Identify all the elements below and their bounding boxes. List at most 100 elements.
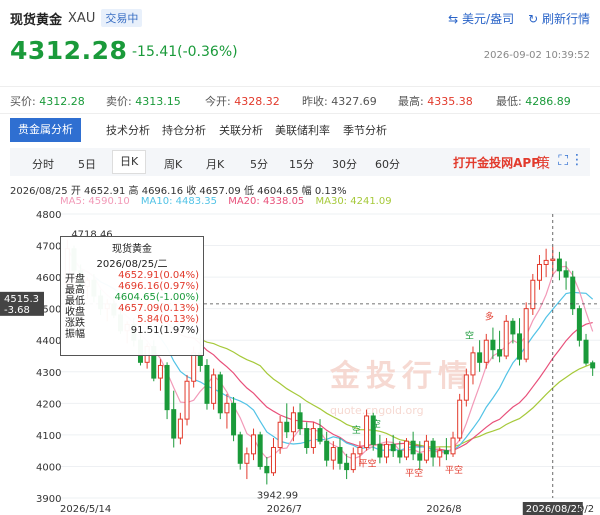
tab-seasonal-analysis[interactable]: 季节分析 [343, 122, 387, 138]
candle-body [317, 428, 323, 442]
strategy-icon[interactable]: 策 [536, 153, 550, 173]
day-high-value: 4335.38 [427, 95, 473, 108]
candle-body [417, 453, 423, 461]
open-price-label: 今开: [205, 95, 231, 108]
sell-price-value: 4313.15 [135, 95, 181, 108]
candle-body [590, 362, 596, 369]
candle-body [297, 412, 303, 430]
instrument-symbol: XAU [68, 10, 96, 26]
tooltip-row-value: 4657.09(0.13%) [118, 303, 199, 314]
y-tick-label: 4000 [36, 462, 61, 473]
signal-label: 空 [372, 418, 381, 430]
tooltip-row: 振幅 91.51(1.97%) [65, 325, 199, 340]
candle-body [324, 440, 330, 461]
period-5day[interactable]: 5日 [78, 156, 96, 172]
candle-body [204, 364, 210, 404]
candle-body [470, 352, 476, 376]
current-price: 4312.28 [10, 36, 128, 65]
candle-body [397, 450, 403, 458]
tab-correlation-analysis[interactable]: 关联分析 [219, 122, 263, 138]
candle-body [497, 349, 503, 357]
candle-body [543, 259, 549, 265]
candle-body [563, 270, 569, 278]
candle-body [304, 428, 310, 449]
tooltip-row-value: 91.51(1.97%) [130, 325, 199, 336]
candle-body [217, 374, 223, 414]
candle-body [517, 333, 523, 360]
tooltip-row-value: 5.84(0.13%) [137, 314, 199, 325]
tooltip-row-value: 4696.16(0.97%) [118, 281, 199, 292]
tab-technical-analysis[interactable]: 技术分析 [106, 122, 150, 138]
quote-datetime: 2026-09-02 10:39:52 [483, 50, 590, 61]
candle-body [224, 402, 230, 414]
fullscreen-icon[interactable]: ⛶ [558, 153, 568, 169]
candle-body [184, 380, 190, 420]
open-app-link[interactable]: 打开金投网APP [453, 154, 540, 171]
price-change: -15.41(-0.36%) [132, 44, 238, 60]
period-monthly-k[interactable]: 月K [206, 156, 224, 172]
candle-body [457, 399, 463, 439]
candle-body [450, 437, 456, 455]
prev-close-value: 4327.69 [331, 95, 377, 108]
period-30min[interactable]: 30分 [332, 156, 357, 172]
period-daily-k[interactable]: 日K [112, 150, 147, 174]
refresh-icon: ↻ [528, 12, 539, 26]
top-links: ⇆ 美元/盎司 ↻ 刷新行情 [448, 10, 590, 27]
y-tick-label: 4600 [36, 273, 61, 284]
prev-close-label: 昨收: [302, 95, 328, 108]
period-15min[interactable]: 15分 [289, 156, 314, 172]
signal-label: 多 [485, 311, 494, 323]
x-tick-label: 2026/08/25 [526, 504, 584, 515]
open-price: 今开: 4328.32 [205, 93, 280, 109]
tab-position-analysis[interactable]: 持仓分析 [162, 122, 206, 138]
candle-body [310, 428, 316, 449]
candle-body [550, 258, 556, 261]
currency-unit-label: 美元/盎司 [462, 12, 515, 26]
candle-body [191, 352, 197, 382]
x-tick-label: 2026/5/14 [60, 504, 111, 515]
candle-body [164, 364, 170, 411]
more-icon[interactable]: ⋮ [570, 152, 584, 168]
tab-fed-rate[interactable]: 美联储利率 [275, 122, 330, 138]
candle-body [211, 374, 217, 404]
y-tick-label: 4400 [36, 336, 61, 347]
day-low: 最低: 4286.89 [496, 93, 571, 109]
buy-price: 买价: 4312.28 [10, 93, 85, 109]
sell-price: 卖价: 4313.15 [106, 93, 181, 109]
prev-close: 昨收: 4327.69 [302, 93, 377, 109]
instrument-name: 现货黄金 [10, 12, 63, 28]
crosshair-price-label: 4515.3 [4, 294, 39, 305]
candle-body [177, 418, 183, 439]
refresh-quote-link[interactable]: ↻ 刷新行情 [528, 10, 590, 27]
candle-body [430, 440, 436, 458]
trading-status-badge: 交易中 [101, 9, 143, 27]
tab-precious-metal-analysis[interactable]: 贵金属分析 [10, 118, 81, 142]
tooltip-row-value: 4604.65(-1.00%) [114, 292, 199, 303]
period-selector: 分时 5日 日K 周K 月K 5分 15分 30分 60分 打开金投网APP 策… [10, 148, 590, 176]
candle-body [403, 440, 409, 458]
candle-body [463, 374, 469, 401]
signal-label: 平空 [445, 464, 463, 476]
period-60min[interactable]: 60分 [375, 156, 400, 172]
period-intraday[interactable]: 分时 [32, 156, 54, 172]
period-5min[interactable]: 5分 [250, 156, 268, 172]
candle-body [390, 443, 396, 452]
candle-body [337, 447, 343, 464]
day-low-label: 最低: [496, 95, 522, 108]
candle-body [523, 308, 529, 360]
tooltip-row: 开盘 4652.91(0.04%) [65, 270, 199, 285]
candle-body [244, 453, 250, 464]
period-weekly-k[interactable]: 周K [164, 156, 182, 172]
tooltip-date: 2026/08/25/二 [96, 259, 168, 270]
day-high: 最高: 4335.38 [398, 93, 473, 109]
tooltip-row: 最高 4696.16(0.97%) [65, 281, 199, 296]
tooltip-rows: 开盘 4652.91(0.04%) 最高 4696.16(0.97%) 最低 4604.6… [61, 270, 203, 340]
candle-body [290, 412, 296, 433]
candle-body [350, 453, 356, 471]
y-tick-label: 3900 [36, 494, 61, 505]
candle-body [284, 421, 290, 433]
candle-body [483, 339, 489, 363]
crosshair-pct-label: -3.68 [4, 305, 30, 316]
analysis-tabs: 贵金属分析 技术分析 持仓分析 关联分析 美联储利率 季节分析 [0, 118, 600, 142]
currency-unit-link[interactable]: ⇆ 美元/盎司 [448, 10, 514, 27]
